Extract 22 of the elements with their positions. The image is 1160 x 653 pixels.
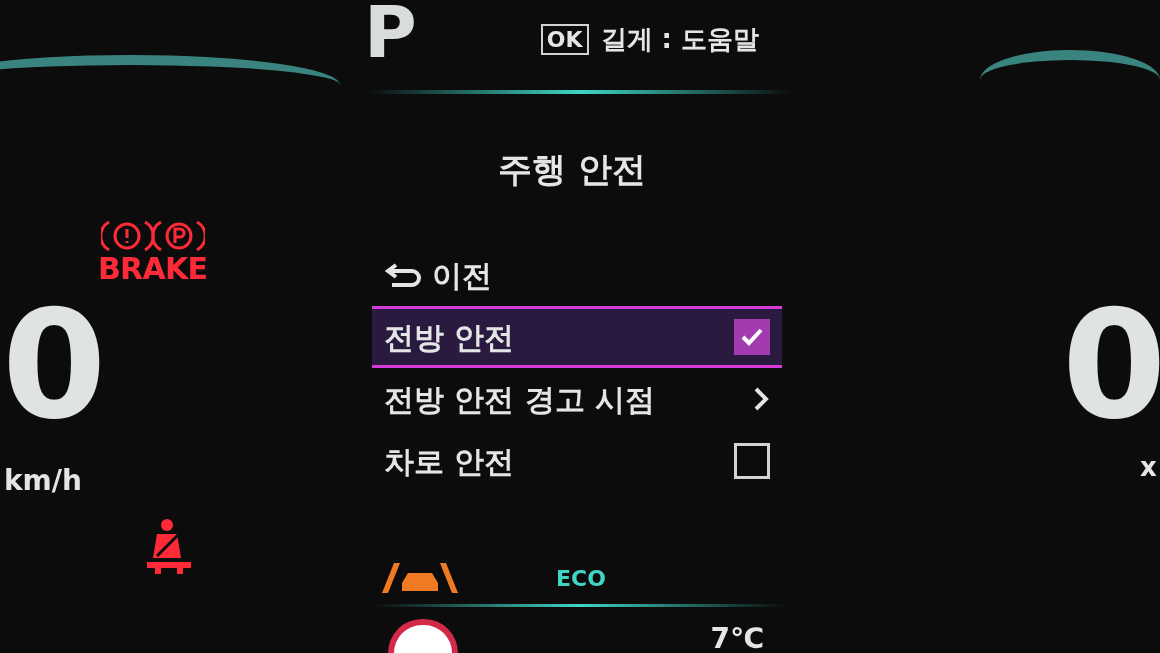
lane-assist-icon [380, 561, 460, 595]
menu-title: 주행 안전 [498, 147, 646, 191]
ok-key: OK [540, 23, 589, 56]
menu-item[interactable]: 전방 안전 경고 시점 [384, 368, 770, 430]
brake-warning-icon [100, 218, 205, 254]
menu-item[interactable]: 이전 [384, 244, 770, 306]
menu-item[interactable]: 전방 안전 [372, 306, 782, 368]
outside-temperature: 7℃ [710, 625, 764, 653]
back-arrow-icon [384, 262, 424, 288]
speed-value: 0 [2, 290, 107, 440]
drive-mode: ECO [556, 564, 606, 593]
gear-indicator: P [364, 0, 417, 68]
chevron-right-icon [752, 386, 770, 412]
gauge-unit: x [1140, 451, 1157, 484]
gauge-value: 0 [1062, 290, 1160, 440]
menu-item[interactable]: 차로 안전 [384, 430, 770, 492]
help-hint: 길게 : 도움말 [600, 23, 760, 56]
brake-label: BRAKE [98, 254, 208, 284]
speed-unit: km/h [4, 463, 82, 499]
checkbox[interactable] [734, 443, 770, 479]
check-icon [740, 327, 764, 347]
checkbox[interactable] [734, 319, 770, 355]
